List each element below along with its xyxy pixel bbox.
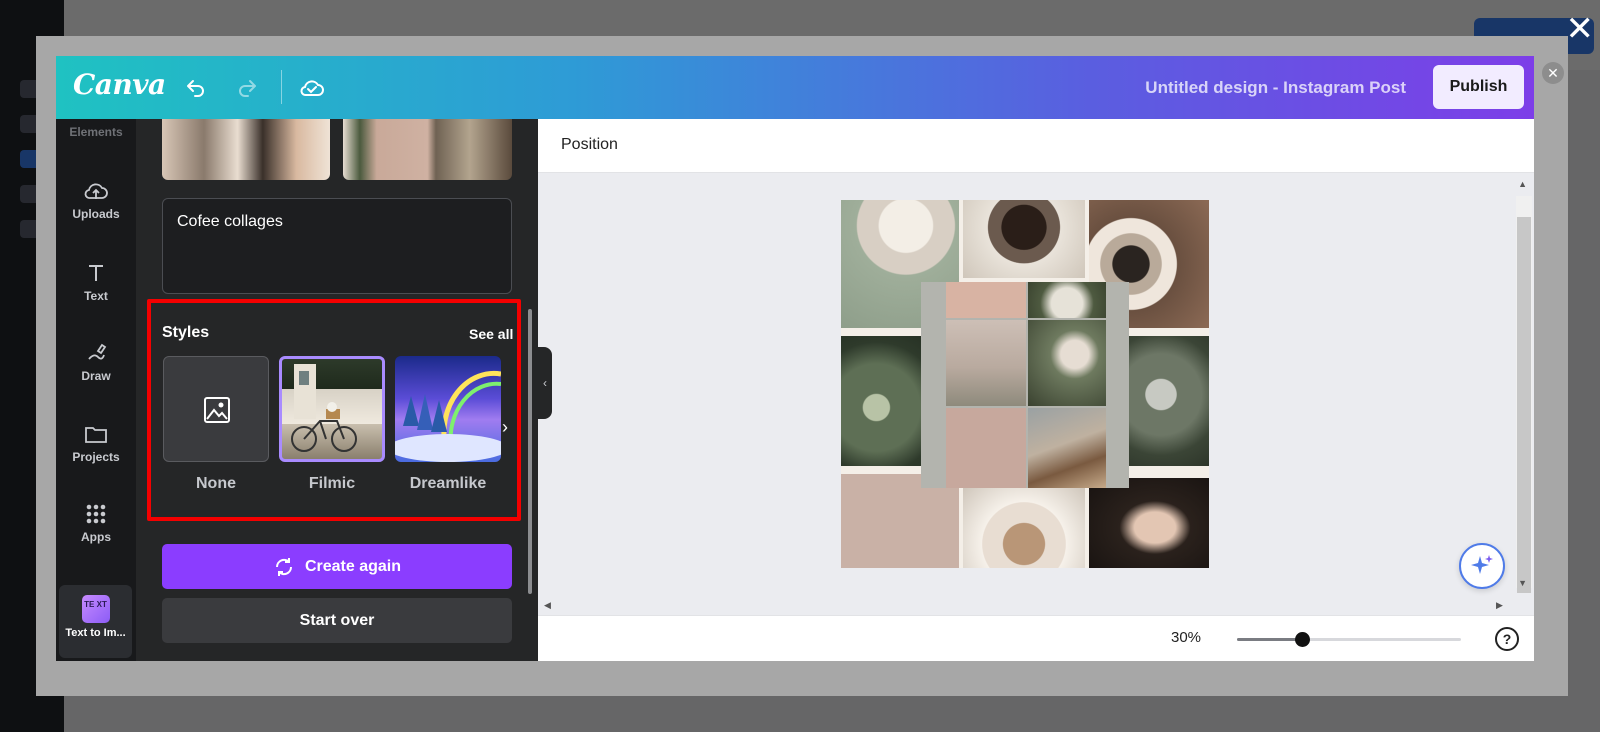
prompt-textarea[interactable]: Cofee collages [162, 198, 512, 294]
start-over-button[interactable]: Start over [162, 598, 512, 643]
editor-canvas-area: Position ▲ ▼ ◀ ▶ 30% ? [538, 119, 1534, 661]
generated-result-thumbnail[interactable] [162, 119, 330, 180]
generated-result-thumbnail[interactable] [343, 119, 512, 180]
rail-item-text-to-image[interactable]: TE XT Text to Im... [59, 585, 132, 658]
design-canvas[interactable] [841, 200, 1209, 568]
folder-icon [85, 427, 107, 443]
panel-scrollbar[interactable] [528, 309, 532, 594]
rail-item-label: Draw [81, 369, 111, 383]
collage-tile[interactable] [1028, 320, 1106, 406]
collage-tile[interactable] [1089, 478, 1209, 568]
text-to-image-panel: Cofee collages Styles See all › None Fil… [136, 119, 538, 661]
collage-tile[interactable] [946, 408, 1026, 488]
vertical-scrollbar[interactable] [1516, 196, 1532, 593]
zoom-percentage[interactable]: 30% [1171, 629, 1201, 646]
zoom-slider[interactable] [1237, 632, 1461, 647]
rail-item-label: Text [84, 289, 108, 303]
rail-item-label: Projects [72, 450, 120, 464]
redo-icon[interactable] [229, 70, 265, 106]
text-icon [89, 265, 103, 281]
close-overlay-icon[interactable] [1566, 12, 1595, 46]
cloud-saved-icon[interactable] [294, 70, 330, 106]
document-title[interactable]: Untitled design - Instagram Post [1145, 78, 1406, 98]
create-again-button[interactable]: Create again [162, 544, 512, 589]
magic-assistant-button[interactable] [1459, 543, 1505, 589]
header-divider [281, 70, 282, 104]
rail-item-elements[interactable]: Elements [56, 125, 136, 139]
rail-item-label: Elements [69, 125, 123, 139]
rail-item-draw[interactable]: Draw [56, 341, 136, 383]
publish-button[interactable]: Publish [1433, 65, 1524, 109]
editor-header: Canva Untitled design - Instagram Post P… [56, 56, 1534, 119]
scroll-up-icon[interactable]: ▲ [1518, 179, 1527, 189]
collage-tile[interactable] [841, 474, 959, 568]
help-button[interactable]: ? [1495, 627, 1519, 651]
collage-tile[interactable] [946, 320, 1026, 406]
rail-item-text[interactable]: Text [56, 261, 136, 303]
side-rail: Elements Uploads Text Draw Projects Apps [56, 119, 136, 661]
rail-item-label: Apps [81, 530, 111, 544]
collapse-panel-button[interactable]: ‹ [538, 347, 552, 419]
zoom-slider-handle[interactable] [1294, 632, 1310, 647]
scroll-right-icon[interactable]: ▶ [1496, 600, 1503, 611]
collage-tile[interactable] [963, 488, 1085, 568]
horizontal-scrollbar[interactable]: ◀ ▶ [544, 600, 1510, 612]
rail-item-label: Text to Im... [65, 627, 126, 639]
collage-tile[interactable] [963, 200, 1085, 278]
rail-item-label: Uploads [72, 207, 120, 221]
sparkle-icon [1471, 555, 1493, 574]
rail-item-uploads[interactable]: Uploads [56, 179, 136, 221]
text-to-image-icon: TE XT [81, 595, 110, 623]
collage-tile[interactable] [946, 282, 1026, 318]
modal-close-icon[interactable]: ✕ [1542, 62, 1564, 84]
create-again-label: Create again [304, 557, 402, 575]
zoom-slider-fill [1237, 638, 1302, 641]
vertical-scroll-thumb[interactable] [1517, 217, 1531, 593]
draw-icon [88, 343, 107, 360]
scroll-down-icon[interactable]: ▼ [1518, 578, 1527, 588]
rail-item-apps[interactable]: Apps [56, 502, 136, 544]
refresh-icon [275, 557, 292, 576]
canva-editor-window: Canva Untitled design - Instagram Post P… [56, 56, 1534, 661]
position-button[interactable]: Position [561, 136, 618, 154]
cloud-upload-icon [84, 183, 108, 199]
canva-logo: Canva [73, 68, 166, 101]
undo-icon[interactable] [178, 70, 214, 106]
scroll-left-icon[interactable]: ◀ [544, 600, 551, 611]
styles-highlight-box [147, 299, 521, 521]
collage-tile[interactable] [1028, 408, 1106, 488]
apps-grid-icon [86, 504, 106, 524]
editor-footer: 30% ? [538, 615, 1534, 661]
collage-tile[interactable] [1028, 282, 1106, 318]
context-toolbar: Position [538, 119, 1534, 173]
rail-item-projects[interactable]: Projects [56, 422, 136, 464]
